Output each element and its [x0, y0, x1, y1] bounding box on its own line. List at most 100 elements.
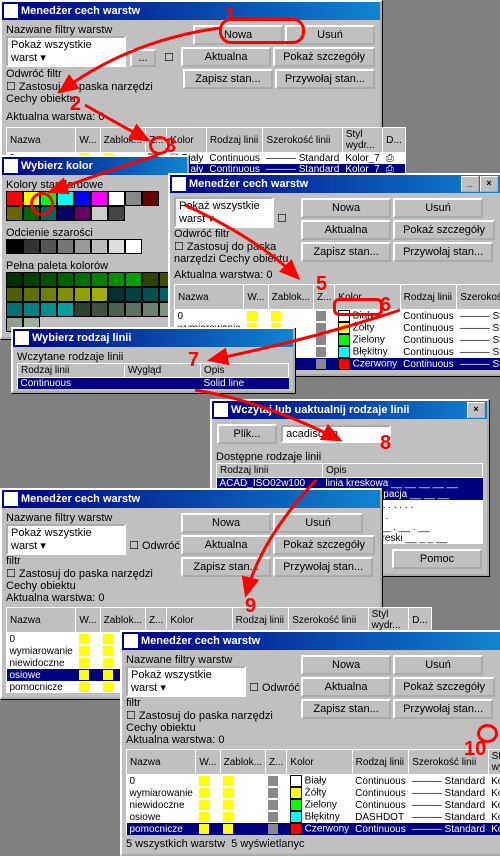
color-swatch[interactable] — [91, 206, 108, 221]
file-button[interactable]: Plik... — [217, 424, 277, 444]
help-button[interactable]: Pomoc — [392, 549, 482, 569]
color-swatch[interactable] — [125, 272, 142, 287]
color-swatch[interactable] — [6, 272, 23, 287]
table-row[interactable]: niewidoczne ZielonyContinuous——— Standar… — [127, 799, 500, 811]
details-button[interactable]: Pokaż szczegóły — [393, 220, 495, 240]
current-layer-label: Aktualna warstwa: 0 — [6, 111, 180, 123]
restore-button[interactable]: Przywołaj stan... — [275, 69, 375, 89]
delete-button[interactable]: Usuń — [393, 655, 483, 675]
filter-combo[interactable]: Pokaż wszystkie warst ▾ — [174, 197, 274, 228]
color-swatch[interactable] — [57, 239, 74, 254]
color-swatch[interactable] — [23, 302, 40, 317]
apply-check[interactable]: ☐ Zastosuj do paska narzędzi Cechy obiek… — [6, 568, 153, 592]
filter-combo[interactable]: Pokaż wszystkie warst ▾ — [126, 666, 246, 697]
current-button[interactable]: Aktualna — [181, 535, 271, 555]
color-swatch[interactable] — [108, 302, 125, 317]
current-button[interactable]: Aktualna — [181, 47, 271, 67]
new-button[interactable]: Nowa — [301, 198, 391, 218]
color-swatch[interactable] — [6, 287, 23, 302]
color-swatch[interactable] — [74, 239, 91, 254]
color-swatch[interactable] — [74, 287, 91, 302]
close-button[interactable]: × — [467, 402, 485, 418]
layer-manager-4: Menedżer cech warstw Nazwane filtry wars… — [120, 630, 500, 856]
save-button[interactable]: Zapisz stan... — [183, 69, 273, 89]
apply-check[interactable]: ☐ Zastosuj do paska narzędzi Cechy obiek… — [174, 241, 288, 265]
title-text: Menedżer cech warstw — [141, 635, 260, 647]
current-layer-label: Aktualna warstwa: 0 — [174, 269, 300, 281]
color-swatch[interactable] — [142, 272, 159, 287]
color-swatch[interactable] — [40, 272, 57, 287]
min-button[interactable]: _ — [461, 176, 479, 192]
color-swatch[interactable] — [23, 272, 40, 287]
full-palette[interactable] — [6, 272, 176, 332]
color-swatch[interactable] — [91, 302, 108, 317]
color-swatch[interactable] — [74, 206, 91, 221]
details-button[interactable]: Pokaż szczegóły — [393, 677, 495, 697]
color-swatch[interactable] — [142, 302, 159, 317]
title-text: Wybierz kolor — [21, 160, 93, 172]
color-swatch[interactable] — [40, 239, 57, 254]
color-swatch[interactable] — [57, 272, 74, 287]
filter-combo[interactable]: Pokaż wszystkie warst ▾ — [6, 36, 126, 67]
color-swatch[interactable] — [108, 287, 125, 302]
color-swatch[interactable] — [125, 191, 142, 206]
gray-palette[interactable] — [6, 239, 166, 254]
color-swatch[interactable] — [108, 272, 125, 287]
color-swatch[interactable] — [142, 287, 159, 302]
current-button[interactable]: Aktualna — [301, 220, 391, 240]
color-swatch[interactable] — [6, 302, 23, 317]
color-swatch[interactable] — [91, 239, 108, 254]
color-swatch[interactable] — [125, 239, 142, 254]
color-swatch[interactable] — [108, 239, 125, 254]
restore-button[interactable]: Przywołaj stan... — [273, 557, 373, 577]
color-swatch[interactable] — [74, 302, 91, 317]
color-swatch[interactable] — [74, 191, 91, 206]
restore-button[interactable]: Przywołaj stan... — [393, 699, 493, 719]
color-picker: Wybierz kolor Kolory standardowe Odcieni… — [0, 155, 189, 339]
color-swatch[interactable] — [57, 302, 74, 317]
color-swatch[interactable] — [125, 302, 142, 317]
details-button[interactable]: Pokaż szczegóły — [273, 47, 375, 67]
color-swatch[interactable] — [108, 191, 125, 206]
color-swatch[interactable] — [108, 206, 125, 221]
color-swatch[interactable] — [23, 287, 40, 302]
restore-button[interactable]: Przywołaj stan... — [393, 242, 493, 262]
title-text: Wczytaj lub uaktualnij rodzaje linii — [231, 404, 409, 416]
color-swatch[interactable] — [142, 191, 159, 206]
file-input[interactable]: acadiso.lin — [281, 425, 391, 443]
filter-ext-button[interactable]: ... — [130, 49, 156, 67]
current-layer-label: Aktualna warstwa: 0 — [6, 592, 180, 604]
apply-check[interactable]: ☐ Zastosuj do paska narzędzi Cechy obiek… — [126, 710, 273, 734]
delete-button[interactable]: Usuń — [393, 198, 483, 218]
color-swatch[interactable] — [91, 272, 108, 287]
save-button[interactable]: Zapisz stan... — [181, 557, 271, 577]
filter-combo[interactable]: Pokaż wszystkie warst ▾ — [6, 524, 126, 555]
table-row[interactable]: pomocnicze CzerwonyContinuous——— Standar… — [127, 823, 500, 835]
color-swatch[interactable] — [74, 272, 91, 287]
color-swatch[interactable] — [40, 287, 57, 302]
count-label: 5 wszystkich warstw — [126, 838, 225, 850]
current-button[interactable]: Aktualna — [301, 677, 391, 697]
close-button[interactable]: × — [480, 176, 498, 192]
new-button[interactable]: Nowa — [301, 655, 391, 675]
color-swatch[interactable] — [6, 239, 23, 254]
table-row[interactable]: wymiarowanie ŻółtyContinuous——— Standard… — [127, 787, 500, 799]
color-swatch[interactable] — [57, 191, 74, 206]
color-swatch[interactable] — [125, 287, 142, 302]
table-row[interactable]: 0 BiałyContinuous——— StandardKolor_7⎙ — [127, 775, 500, 788]
color-swatch[interactable] — [23, 239, 40, 254]
layer-table[interactable]: NazwaW...Zablok...Z...KolorRodzaj liniiS… — [126, 749, 500, 835]
table-row[interactable]: osiowe BłękitnyDASHDOT——— StandardKolor_… — [127, 811, 500, 823]
color-swatch[interactable] — [57, 287, 74, 302]
save-button[interactable]: Zapisz stan... — [301, 699, 391, 719]
color-swatch[interactable] — [40, 302, 57, 317]
new-button[interactable]: Nowa — [181, 513, 271, 533]
annot-4: 4 — [13, 190, 24, 213]
color-swatch[interactable] — [91, 287, 108, 302]
delete-button[interactable]: Usuń — [273, 513, 363, 533]
save-button[interactable]: Zapisz stan... — [301, 242, 391, 262]
details-button[interactable]: Pokaż szczegóły — [273, 535, 375, 555]
color-swatch[interactable] — [57, 206, 74, 221]
linetype-table[interactable]: Rodzaj liniiWyglądOpis ContinuousSolid l… — [17, 363, 289, 389]
color-swatch[interactable] — [91, 191, 108, 206]
